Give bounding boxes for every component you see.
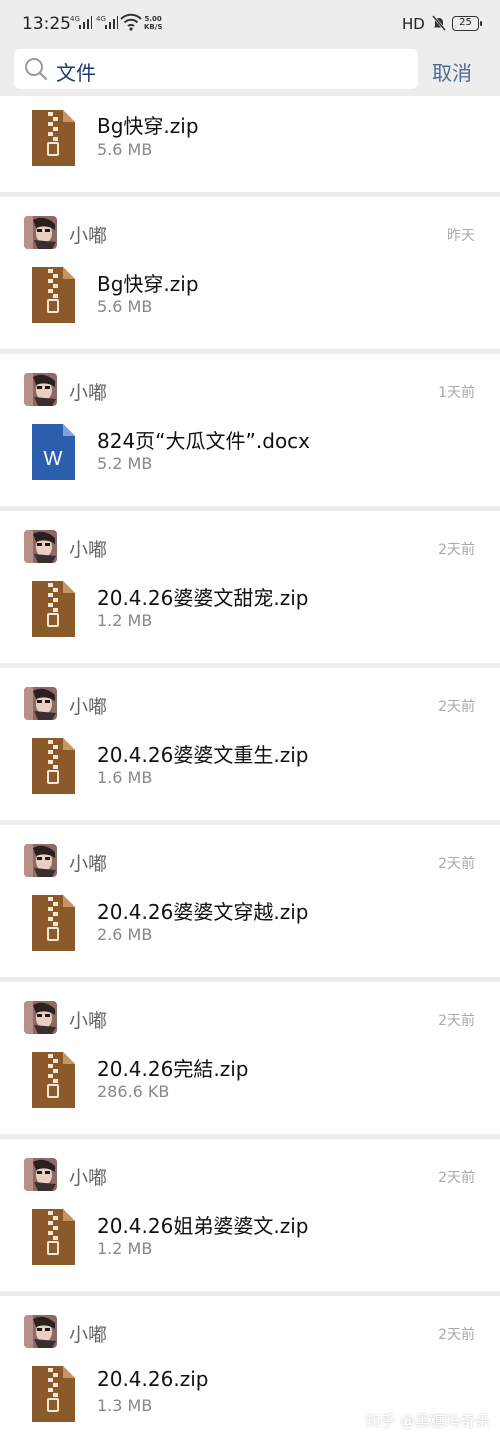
message-time: 2天前 xyxy=(438,1013,475,1029)
zip-icon xyxy=(32,738,75,794)
svg-text:W: W xyxy=(44,448,63,470)
zip-icon xyxy=(32,1209,75,1265)
list-item[interactable]: 小嘟 2天前 20.4.26婆婆文甜宠.zip 1.2 MB xyxy=(0,511,500,663)
zip-icon xyxy=(32,581,75,637)
network-speed-value: 5.00 xyxy=(144,15,162,23)
file-name: 20.4.26姐弟婆婆文.zip xyxy=(97,1214,309,1238)
list-item[interactable]: 小嘟 2天前 20.4.26婆婆文穿越.zip 2.6 MB xyxy=(0,825,500,977)
sender-name: 小嘟 xyxy=(69,382,108,404)
word-doc-icon: W xyxy=(32,424,75,480)
cancel-button[interactable]: 取消 xyxy=(432,57,472,86)
file-name: Bg快穿.zip xyxy=(97,114,199,138)
zip-icon xyxy=(32,895,75,951)
avatar xyxy=(24,1315,57,1348)
bell-muted-icon xyxy=(432,15,446,31)
watermark: 知乎 @黑糖玛奇朵 xyxy=(365,1412,490,1430)
list-item[interactable]: Bg快穿.zip 5.6 MB xyxy=(0,96,500,192)
sender-name: 小嘟 xyxy=(69,696,108,718)
file-name: 824页“大瓜文件”.docx xyxy=(97,429,311,453)
list-item[interactable]: 小嘟 昨天 Bg快穿.zip 5.6 MB xyxy=(0,197,500,349)
message-time: 2天前 xyxy=(438,699,475,715)
search-icon xyxy=(25,58,48,81)
list-item[interactable]: 小嘟 2天前 20.4.26姐弟婆婆文.zip 1.2 MB xyxy=(0,1139,500,1291)
battery-icon: 25 xyxy=(452,16,482,31)
network-speed-unit: KB/S xyxy=(144,23,163,31)
sender-name: 小嘟 xyxy=(69,1324,108,1346)
zip-icon xyxy=(32,110,75,166)
signal-bars-icon xyxy=(79,16,92,29)
file-size: 5.6 MB xyxy=(97,297,153,316)
zip-icon xyxy=(32,1052,75,1108)
avatar xyxy=(24,687,57,720)
avatar xyxy=(24,844,57,877)
message-time: 2天前 xyxy=(438,542,475,558)
sender-name: 小嘟 xyxy=(69,1167,108,1189)
list-item[interactable]: 小嘟 1天前 W 824页“大瓜文件”.docx 5.2 MB xyxy=(0,354,500,506)
message-time: 昨天 xyxy=(447,228,475,244)
wifi-icon xyxy=(120,13,142,31)
list-item[interactable]: 小嘟 2天前 20.4.26婆婆文重生.zip 1.6 MB xyxy=(0,668,500,820)
file-size: 1.2 MB xyxy=(97,611,153,630)
message-time: 2天前 xyxy=(438,1327,475,1343)
avatar xyxy=(24,1001,57,1034)
list-item[interactable]: 小嘟 2天前 20.4.26完結.zip 286.6 KB xyxy=(0,982,500,1134)
file-name: 20.4.26婆婆文甜宠.zip xyxy=(97,586,309,610)
avatar xyxy=(24,1158,57,1191)
file-size: 1.3 MB xyxy=(97,1396,153,1415)
file-size: 2.6 MB xyxy=(97,925,153,944)
network-speed: 5.00 KB/S xyxy=(144,15,162,31)
zip-icon xyxy=(32,1366,75,1422)
message-time: 2天前 xyxy=(438,1170,475,1186)
file-name: 20.4.26婆婆文重生.zip xyxy=(97,743,309,767)
avatar xyxy=(24,216,57,249)
file-size: 5.6 MB xyxy=(97,140,153,159)
search-query: 文件 xyxy=(56,61,96,85)
status-time: 13:25 xyxy=(22,14,71,34)
message-time: 2天前 xyxy=(438,856,475,872)
file-name: 20.4.26.zip xyxy=(97,1367,209,1391)
file-size: 286.6 KB xyxy=(97,1082,170,1101)
file-size: 1.6 MB xyxy=(97,768,153,787)
search-input[interactable]: 文件 xyxy=(14,49,418,89)
avatar xyxy=(24,530,57,563)
signal-bars-icon xyxy=(105,16,118,29)
message-time: 1天前 xyxy=(438,385,475,401)
file-size: 1.2 MB xyxy=(97,1239,153,1258)
zip-icon xyxy=(32,267,75,323)
sender-name: 小嘟 xyxy=(69,539,108,561)
file-name: Bg快穿.zip xyxy=(97,272,199,296)
file-size: 5.2 MB xyxy=(97,454,153,473)
file-name: 20.4.26婆婆文穿越.zip xyxy=(97,900,309,924)
file-name: 20.4.26完結.zip xyxy=(97,1057,249,1081)
sender-name: 小嘟 xyxy=(69,1010,108,1032)
search-bar: 文件 取消 xyxy=(0,44,500,96)
avatar xyxy=(24,373,57,406)
hd-indicator: HD xyxy=(402,15,425,33)
sender-name: 小嘟 xyxy=(69,853,108,875)
status-bar: 13:25 4G 4G 5.00 KB/S HD 25 xyxy=(0,0,500,44)
sender-name: 小嘟 xyxy=(69,225,108,247)
